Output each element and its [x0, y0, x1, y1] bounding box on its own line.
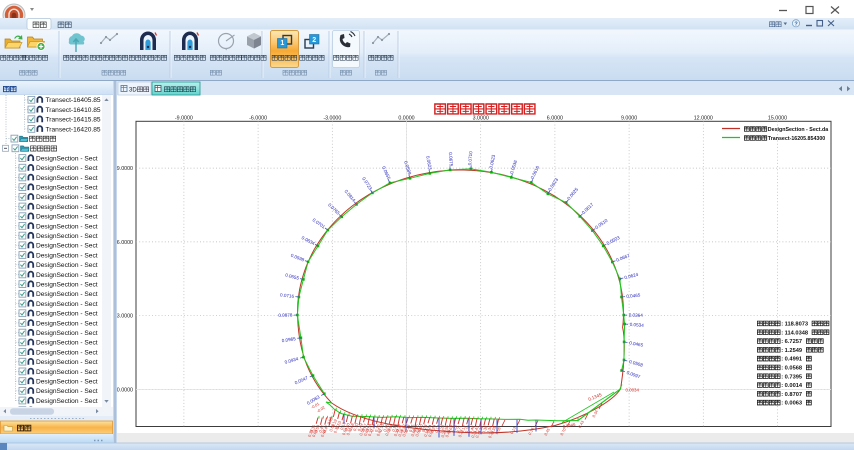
svg-text:DesignSection - Sect: DesignSection - Sect: [36, 291, 98, 298]
svg-text:: 1.2549: : 1.2549: [781, 348, 802, 354]
svg-text:Transect-16410.85: Transect-16410.85: [46, 107, 101, 114]
svg-text:DesignSection - Sect: DesignSection - Sect: [36, 262, 98, 269]
svg-text:9.0000: 9.0000: [621, 115, 637, 121]
svg-text:DesignSection - Sect: DesignSection - Sect: [36, 272, 98, 279]
svg-text:0.0000: 0.0000: [398, 115, 414, 121]
svg-text:9.0000: 9.0000: [117, 166, 133, 172]
svg-text:DesignSection - Sect: DesignSection - Sect: [36, 369, 98, 376]
svg-text:DesignSection - Sect: DesignSection - Sect: [36, 359, 98, 366]
svg-text:3D: 3D: [129, 88, 137, 94]
svg-text:DesignSection - Sect: DesignSection - Sect: [36, 340, 98, 347]
svg-text:: 118.8073: : 118.8073: [781, 322, 808, 328]
svg-text:Transect-16420.85: Transect-16420.85: [46, 126, 101, 133]
svg-text:DesignSection - Sect: DesignSection - Sect: [36, 301, 98, 308]
svg-text:6.0000: 6.0000: [547, 115, 563, 121]
svg-text:DesignSection - Sect: DesignSection - Sect: [36, 320, 98, 327]
svg-text:Transect-16415.85: Transect-16415.85: [46, 117, 101, 124]
svg-text:: 0.4991: : 0.4991: [781, 357, 802, 363]
svg-text:1: 1: [280, 40, 284, 47]
svg-text:3.0000: 3.0000: [473, 115, 489, 121]
svg-text:DesignSection - Sect: DesignSection - Sect: [36, 349, 98, 356]
svg-text:0.0034: 0.0034: [626, 388, 640, 393]
svg-text:DesignSection - Sect: DesignSection - Sect: [36, 185, 98, 192]
svg-text:DesignSection - Sect: DesignSection - Sect: [36, 398, 98, 405]
svg-text:DesignSection - Sect: DesignSection - Sect: [36, 282, 98, 289]
svg-text:: 0.8707: : 0.8707: [781, 392, 802, 398]
svg-text:0.0878: 0.0878: [278, 313, 293, 318]
svg-text:0.0710: 0.0710: [467, 151, 473, 166]
svg-text:-9.0000: -9.0000: [175, 115, 193, 121]
svg-text:: 0.7395: : 0.7395: [781, 374, 802, 380]
svg-text:: 0.0568: : 0.0568: [781, 366, 802, 372]
svg-text:0.0000: 0.0000: [117, 387, 133, 393]
svg-text:6.0000: 6.0000: [117, 240, 133, 246]
svg-text:0.0534: 0.0534: [630, 322, 645, 328]
svg-text:: 114.0348: : 114.0348: [781, 330, 808, 336]
svg-text:DesignSection - Sect: DesignSection - Sect: [36, 252, 98, 259]
svg-text:: 6.7257: : 6.7257: [781, 339, 802, 345]
svg-text:0.0364: 0.0364: [629, 313, 644, 318]
svg-text:: 0.0014: : 0.0014: [781, 383, 803, 389]
svg-text:DesignSection - Sect: DesignSection - Sect: [36, 311, 98, 318]
svg-text:12.0000: 12.0000: [694, 115, 713, 121]
svg-text:DesignSection - Sect.da: DesignSection - Sect.da: [768, 127, 828, 133]
svg-text:DesignSection - Sect: DesignSection - Sect: [36, 194, 98, 201]
svg-text:DesignSection - Sect: DesignSection - Sect: [36, 155, 98, 162]
svg-text:2: 2: [312, 37, 316, 44]
svg-text:DesignSection - Sect: DesignSection - Sect: [36, 330, 98, 337]
svg-text:Transect-16405.85: Transect-16405.85: [46, 97, 101, 104]
svg-text:3.0000: 3.0000: [117, 314, 133, 320]
svg-text:0.0675: 0.0675: [448, 152, 454, 167]
svg-text:15.0000: 15.0000: [768, 115, 787, 121]
svg-text:DesignSection - Sect: DesignSection - Sect: [36, 175, 98, 182]
svg-text:DesignSection - Sect: DesignSection - Sect: [36, 165, 98, 172]
svg-text:DesignSection - Sect: DesignSection - Sect: [36, 379, 98, 386]
svg-text:DesignSection - Sect: DesignSection - Sect: [36, 233, 98, 240]
svg-text:DesignSection - Sect: DesignSection - Sect: [36, 214, 98, 221]
svg-text:: 0.0063: : 0.0063: [781, 401, 802, 407]
svg-text:Transect-16205.854300: Transect-16205.854300: [768, 136, 825, 142]
svg-text:DesignSection - Sect: DesignSection - Sect: [36, 204, 98, 211]
svg-text:DesignSection - Sect: DesignSection - Sect: [36, 243, 98, 250]
svg-text:-6.0000: -6.0000: [249, 115, 267, 121]
svg-text:DesignSection - Sect: DesignSection - Sect: [36, 223, 98, 230]
svg-text:DesignSection - Sect: DesignSection - Sect: [36, 388, 98, 395]
svg-text:-3.0000: -3.0000: [323, 115, 341, 121]
